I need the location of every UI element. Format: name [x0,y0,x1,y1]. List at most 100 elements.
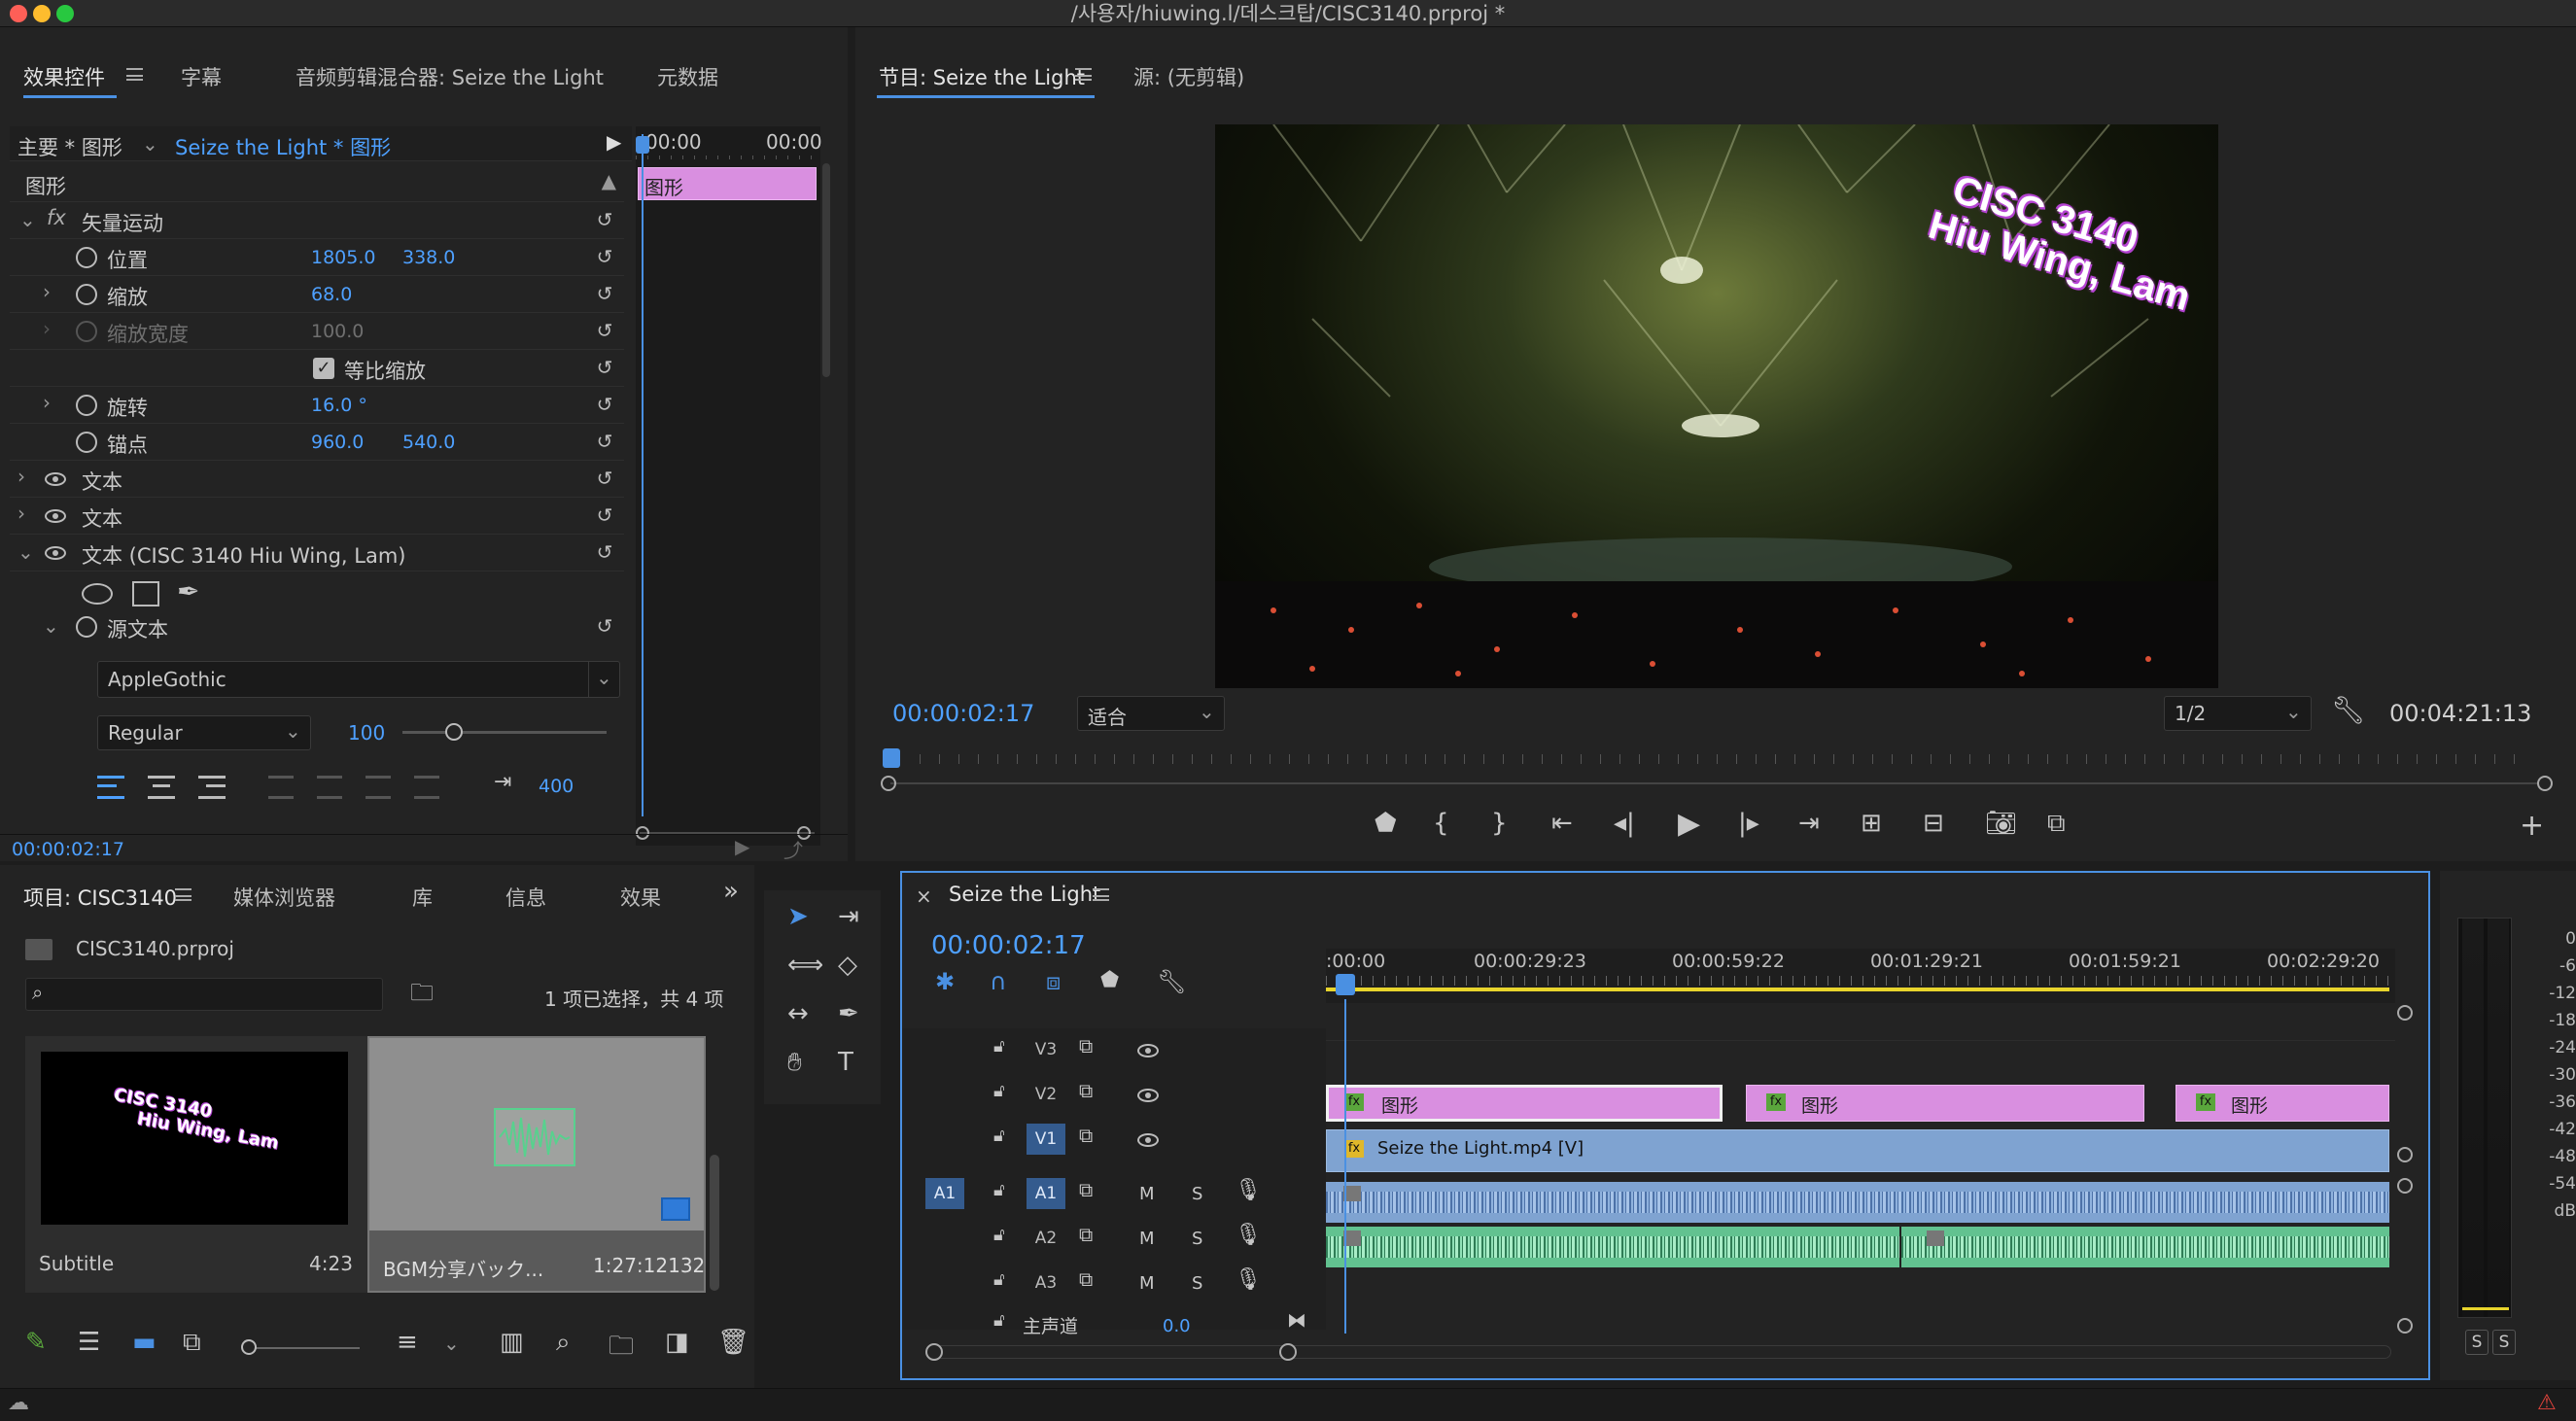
tab-captions[interactable]: 字幕 [181,62,222,91]
sync-lock-icon[interactable]: ⧉ [1079,1223,1093,1246]
mark-in-icon[interactable]: { [1433,809,1449,838]
timeline-playhead-line[interactable] [1344,999,1346,1334]
trash-icon[interactable]: 🗑︎ [717,1328,749,1357]
tab-effects[interactable]: 效果 [620,883,661,912]
audio-clip-a1[interactable] [1326,1182,2389,1223]
zoom-handle-right[interactable] [1279,1343,1297,1361]
wrench-icon[interactable]: 🔧︎ [2331,694,2366,726]
resolution-select[interactable]: 1/2 ⌄ [2164,696,2312,731]
playhead-handle[interactable] [636,136,649,154]
mark-out-icon[interactable]: } [1491,809,1508,838]
panel-menu-icon[interactable] [175,888,191,901]
fit-select[interactable]: 适合 ⌄ [1077,696,1225,731]
lock-icon[interactable]: 🔓︎ [993,1269,1005,1290]
reset-icon[interactable]: ↺ [593,614,616,638]
panel-menu-icon[interactable] [1093,888,1109,901]
stopwatch-icon[interactable] [76,432,97,453]
font-size-slider[interactable] [402,731,607,734]
tab-program[interactable]: 节目: Seize the Light [879,62,1085,91]
tab-metadata[interactable]: 元数据 [657,62,718,91]
find-icon[interactable]: ⌕ [556,1328,571,1358]
text-layer-row-3[interactable]: ⌄ 文本 (CISC 3140 Hiu Wing, Lam) ↺ [10,535,624,572]
zoom-bar[interactable] [890,782,2539,784]
chevron-down-icon[interactable]: ⌄ [19,208,36,231]
program-playhead[interactable] [883,748,900,768]
sync-lock-icon[interactable]: ⧉ [1079,1178,1093,1201]
export-frame-icon[interactable]: ⤴ [783,835,803,863]
lock-icon[interactable]: 🔓︎ [993,1180,1005,1200]
master-clip-label[interactable]: 主要 * 图形 [17,132,122,161]
project-search-input[interactable]: ⌕ [25,978,383,1011]
lock-icon[interactable]: 🔓︎ [993,1081,1005,1101]
close-tab-icon[interactable]: × [916,884,932,908]
reset-icon[interactable]: ↺ [593,282,616,305]
reset-icon[interactable]: ↺ [593,540,616,564]
font-size-value[interactable]: 100 [348,721,385,745]
sequence-clip-label[interactable]: Seize the Light * 图形 [175,132,391,161]
stopwatch-icon[interactable] [76,616,97,638]
pen-mask-icon[interactable]: ✒ [177,575,199,607]
eye-icon[interactable] [45,546,66,560]
add-marker-icon[interactable]: ⬟ [1100,968,1119,992]
tracking-value[interactable]: 400 [539,776,574,797]
graphic-clip[interactable]: fx 图形 [1746,1085,2144,1122]
step-forward-icon[interactable]: |▸ [1738,809,1759,838]
more-panels-icon[interactable]: » [723,877,739,906]
timeline-settings-icon[interactable]: 🔧︎ [1157,968,1186,995]
track-label-a2[interactable]: A2 [1027,1223,1065,1254]
solo-right-button[interactable]: S [2492,1330,2516,1355]
solo-left-button[interactable]: S [2465,1330,2489,1355]
go-to-out-icon[interactable]: ⇥ [1798,809,1820,838]
sync-lock-icon[interactable]: ⧉ [1079,1034,1093,1057]
effect-timeline[interactable]: 00:00 00:00 图形 [636,126,822,846]
lock-icon[interactable]: 🔓︎ [993,1036,1005,1057]
scale-value[interactable]: 68.0 [311,284,352,305]
chevron-down-icon[interactable]: ⌄ [142,132,158,156]
microphone-icon[interactable]: 🎙︎ [1235,1223,1262,1247]
reset-icon[interactable]: ↺ [593,503,616,527]
pencil-icon[interactable]: ✎ [25,1328,47,1357]
hand-tool-icon[interactable]: ✋︎ [787,1048,802,1078]
freeform-view-icon[interactable]: ⧉ [183,1328,201,1358]
tab-libraries[interactable]: 库 [412,883,433,912]
tab-media-browser[interactable]: 媒体浏览器 [233,883,335,912]
timeline-zoom-bar[interactable] [933,1345,2391,1359]
eye-icon[interactable] [1137,1089,1159,1102]
timeline-playhead-handle[interactable] [1336,974,1355,995]
rectangle-mask-icon[interactable] [132,581,159,607]
stopwatch-icon[interactable] [76,247,97,268]
track-select-tool-icon[interactable]: ⇥ [838,902,859,931]
font-size-slider-handle[interactable] [445,723,463,741]
icon-view-icon[interactable]: ▬ [132,1328,157,1357]
audio-clip-a2[interactable] [1326,1227,2389,1267]
stopwatch-icon[interactable] [76,395,97,416]
lift-icon[interactable]: ⊞ [1861,809,1882,838]
reset-icon[interactable]: ↺ [593,245,616,268]
video-clip[interactable]: fx Seize the Light.mp4 [V] [1326,1129,2389,1172]
anchor-y-value[interactable]: 540.0 [402,432,455,453]
thumbnail-size-slider[interactable] [247,1347,360,1349]
tab-effect-controls[interactable]: 效果控件 [23,62,105,91]
reset-icon[interactable]: ↺ [593,467,616,490]
warning-icon[interactable]: ⚠ [2537,1391,2557,1415]
panel-menu-icon[interactable] [1075,68,1092,81]
camera-icon[interactable]: 📷︎ [1985,809,2017,838]
font-style-select[interactable]: Regular ⌄ [97,715,311,750]
mute-button[interactable]: M [1139,1273,1155,1294]
eye-icon[interactable] [45,509,66,523]
master-volume-value[interactable]: 0.0 [1163,1316,1191,1336]
solo-button[interactable]: S [1192,1184,1202,1204]
project-scrollbar[interactable] [710,1155,719,1291]
eye-icon[interactable] [1137,1133,1159,1147]
anchor-x-value[interactable]: 960.0 [311,432,364,453]
track-area[interactable]: fx 图形 fx 图形 fx 图形 fx Seize the Light.mp4… [1326,999,2395,1334]
uniform-scale-checkbox[interactable]: ✓ [313,358,334,379]
track-label-v3[interactable]: V3 [1027,1034,1065,1065]
tab-info[interactable]: 信息 [505,883,546,912]
current-time[interactable]: 00:00:02:17 [12,839,124,860]
vector-motion-row[interactable]: ⌄ fx 矢量运动 ↺ [10,202,624,239]
ripple-edit-tool-icon[interactable]: ⟺ [787,951,823,980]
tab-source[interactable]: 源: (无剪辑) [1133,62,1244,91]
razor-tool-icon[interactable]: ◇ [838,951,857,980]
sync-lock-icon[interactable]: ⧉ [1079,1079,1093,1102]
